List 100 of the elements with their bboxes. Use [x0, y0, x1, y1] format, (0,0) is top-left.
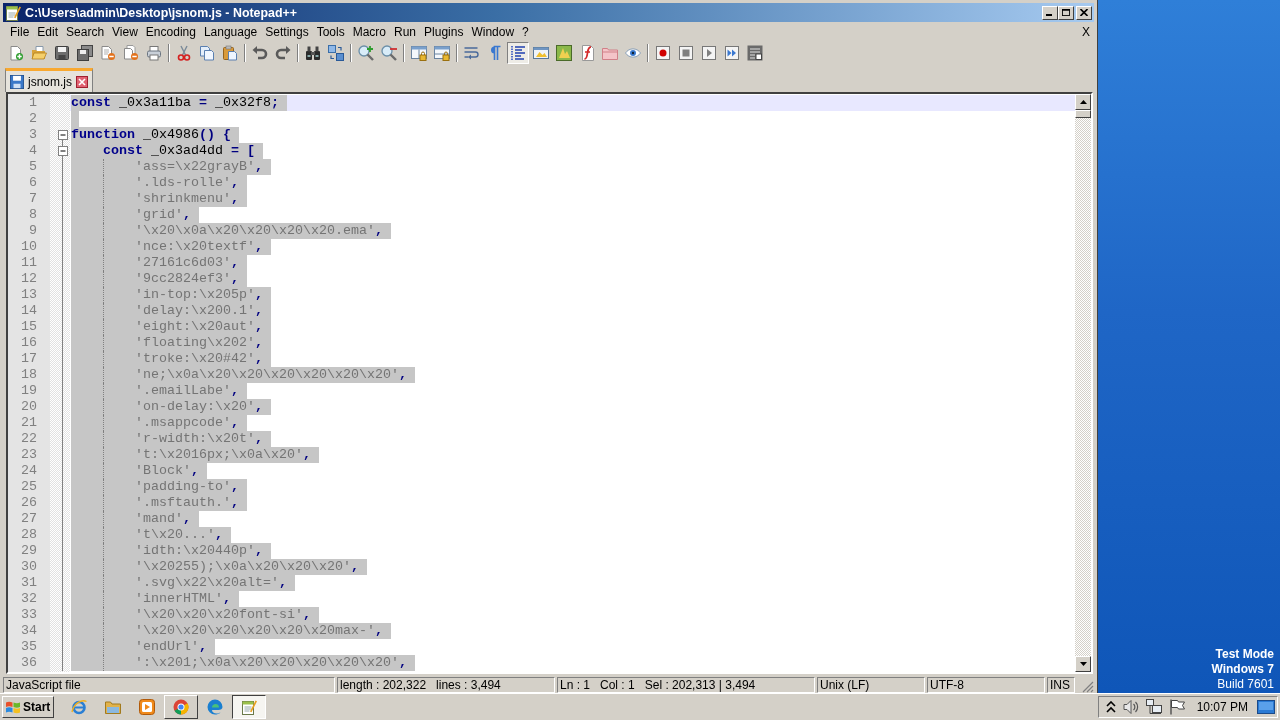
clipboard-icon: [222, 45, 238, 61]
scroll-thumb[interactable]: [1075, 110, 1091, 118]
play-icon: [701, 45, 717, 61]
binoculars-icon: [305, 45, 321, 61]
browser-icon: [207, 699, 223, 715]
string-literal: 'nce:\x20textf': [135, 239, 255, 254]
menu-item[interactable]: File: [6, 25, 34, 39]
menu-item[interactable]: Tools: [312, 25, 349, 39]
word-wrap-icon: [464, 45, 480, 61]
operator: ,: [278, 575, 287, 590]
toolbar-button[interactable]: [74, 42, 96, 64]
close-document-button[interactable]: X: [1078, 25, 1094, 39]
floppy-disks-icon: [77, 45, 93, 61]
new-file-icon: [8, 45, 24, 61]
speaker-icon[interactable]: [1122, 699, 1139, 715]
string-literal: 'floating\x202': [135, 335, 255, 350]
menu-item[interactable]: Window: [467, 25, 519, 39]
clock[interactable]: 10:07 PM: [1196, 700, 1248, 714]
operator: ,: [183, 511, 191, 526]
menu-item[interactable]: Edit: [33, 25, 63, 39]
desktop-notice: Build 7601: [1217, 677, 1274, 692]
string-literal: 'grid': [135, 207, 183, 222]
status-text: length : 202,322: [340, 678, 427, 692]
keyword: function: [71, 127, 135, 142]
network-icon[interactable]: [1145, 699, 1162, 715]
string-literal: 'innerHTML': [135, 591, 223, 606]
operator: ,: [231, 479, 239, 494]
stop-icon: [678, 45, 694, 61]
flag-icon[interactable]: [1168, 699, 1185, 715]
operator: ,: [255, 431, 263, 446]
operator: ,: [302, 447, 311, 462]
list-icon: [747, 45, 763, 61]
operator: ;: [271, 95, 279, 110]
string-literal: 'eight:\x20aut': [135, 319, 255, 334]
toolbar-button[interactable]: [553, 42, 575, 64]
operator: ,: [398, 655, 407, 670]
window-lock-icon: [434, 45, 450, 61]
string-literal: 'ne;\x0a\x20\x20\x20\x20\x20\x20': [135, 367, 399, 382]
chevron-icon[interactable]: [1105, 701, 1116, 713]
menu-item[interactable]: Plugins: [420, 25, 468, 39]
zoom-out-icon: [381, 45, 397, 61]
operator: ,: [255, 335, 263, 350]
redo-icon: [275, 45, 291, 61]
scroll-up-button[interactable]: [1075, 94, 1091, 110]
status-text: lines : 3,494: [436, 678, 501, 692]
taskbar-button[interactable]: [232, 695, 266, 719]
fold-button[interactable]: [58, 130, 68, 140]
operator: ,: [215, 527, 223, 542]
close-icon[interactable]: [76, 75, 88, 88]
media-player-icon: [139, 699, 155, 715]
string-literal: '9cc2824ef3': [135, 271, 231, 286]
string-literal: 'endUrl': [135, 639, 199, 654]
toolbar-button[interactable]: [325, 42, 347, 64]
resize-grip-icon[interactable]: [1082, 681, 1094, 693]
window-title: C:\Users\admin\Desktop\jsnom.js - Notepad++: [25, 5, 297, 20]
operator: ,: [350, 559, 359, 574]
identifier: _0x3ad4dd: [150, 143, 224, 158]
operator: ,: [255, 239, 263, 254]
vertical-scrollbar[interactable]: [1075, 94, 1091, 672]
menu-item[interactable]: Encoding: [141, 25, 200, 39]
menu-item[interactable]: Run: [390, 25, 421, 39]
string-literal: 't:\x2016px;\x0a\x20': [135, 447, 303, 462]
menu-item[interactable]: Settings: [261, 25, 313, 39]
show-desktop-icon[interactable]: [1257, 700, 1275, 714]
toolbar-button[interactable]: [507, 42, 529, 64]
identifier: _0x32f8: [213, 95, 271, 110]
status-text: Sel : 202,313 | 3,494: [644, 678, 756, 692]
menu-item[interactable]: Language: [199, 25, 262, 39]
close-button[interactable]: [1076, 5, 1092, 20]
scroll-down-button[interactable]: [1075, 656, 1091, 672]
fold-button[interactable]: [58, 146, 68, 156]
fast-forward-icon: [724, 45, 740, 61]
menu-item[interactable]: Search: [62, 25, 109, 39]
minimize-button[interactable]: [1042, 5, 1058, 20]
operator: ,: [302, 607, 311, 622]
folder-icon: [105, 699, 121, 715]
start-button[interactable]: Start: [2, 696, 54, 718]
file-tab[interactable]: jsnom.js: [5, 68, 93, 92]
operator: ,: [183, 207, 191, 222]
string-literal: ':\x201;\x0a\x20\x20\x20\x20\x20': [135, 655, 399, 670]
window-lock-icon: [411, 45, 427, 61]
up-arrow-icon: [1079, 100, 1087, 104]
pages-minus-icon: [123, 45, 139, 61]
string-literal: 't\x20...': [135, 527, 215, 542]
down-arrow-icon: [1079, 662, 1087, 666]
undo-icon: [252, 45, 268, 61]
close-icon: [1080, 9, 1088, 16]
operator: = [: [231, 143, 255, 158]
string-literal: '27161c6d03': [135, 255, 231, 270]
string-literal: 'delay:\x200.1': [135, 303, 255, 318]
menu-item[interactable]: View: [108, 25, 142, 39]
menu-item[interactable]: Macro: [348, 25, 390, 39]
operator: ,: [398, 367, 407, 382]
browser-icon: [71, 699, 87, 715]
status-text: INS: [1050, 678, 1070, 692]
string-literal: '\x20255);\x0a\x20\x20\x20': [135, 559, 351, 574]
menu-item[interactable]: ?: [518, 25, 533, 39]
maximize-icon: [1062, 9, 1070, 16]
eye-icon: [625, 45, 641, 61]
maximize-button[interactable]: [1058, 5, 1074, 20]
